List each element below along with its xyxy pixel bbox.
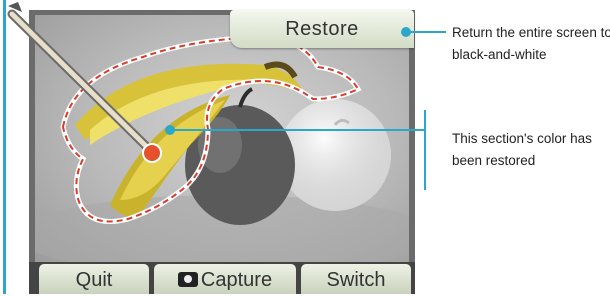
- capture-label: Capture: [200, 269, 273, 291]
- capture-button[interactable]: Capture: [154, 264, 296, 294]
- callout-section-text: This section's color has been restored: [452, 131, 592, 168]
- camera-icon: [177, 272, 198, 287]
- restore-button[interactable]: Restore: [230, 10, 414, 48]
- stylus: [7, 2, 162, 163]
- callout-bracket-section: [424, 110, 426, 190]
- quit-button[interactable]: Quit: [39, 264, 149, 294]
- bottom-button-bar: Quit Capture Switch: [29, 262, 415, 294]
- callout-restore-text: Return the entire screen to black-and-wh…: [452, 25, 610, 62]
- callout-line-restore: [406, 31, 446, 33]
- callout-line-section: [170, 129, 424, 131]
- switch-button[interactable]: Switch: [301, 264, 411, 294]
- grayscale-orange: [279, 99, 391, 211]
